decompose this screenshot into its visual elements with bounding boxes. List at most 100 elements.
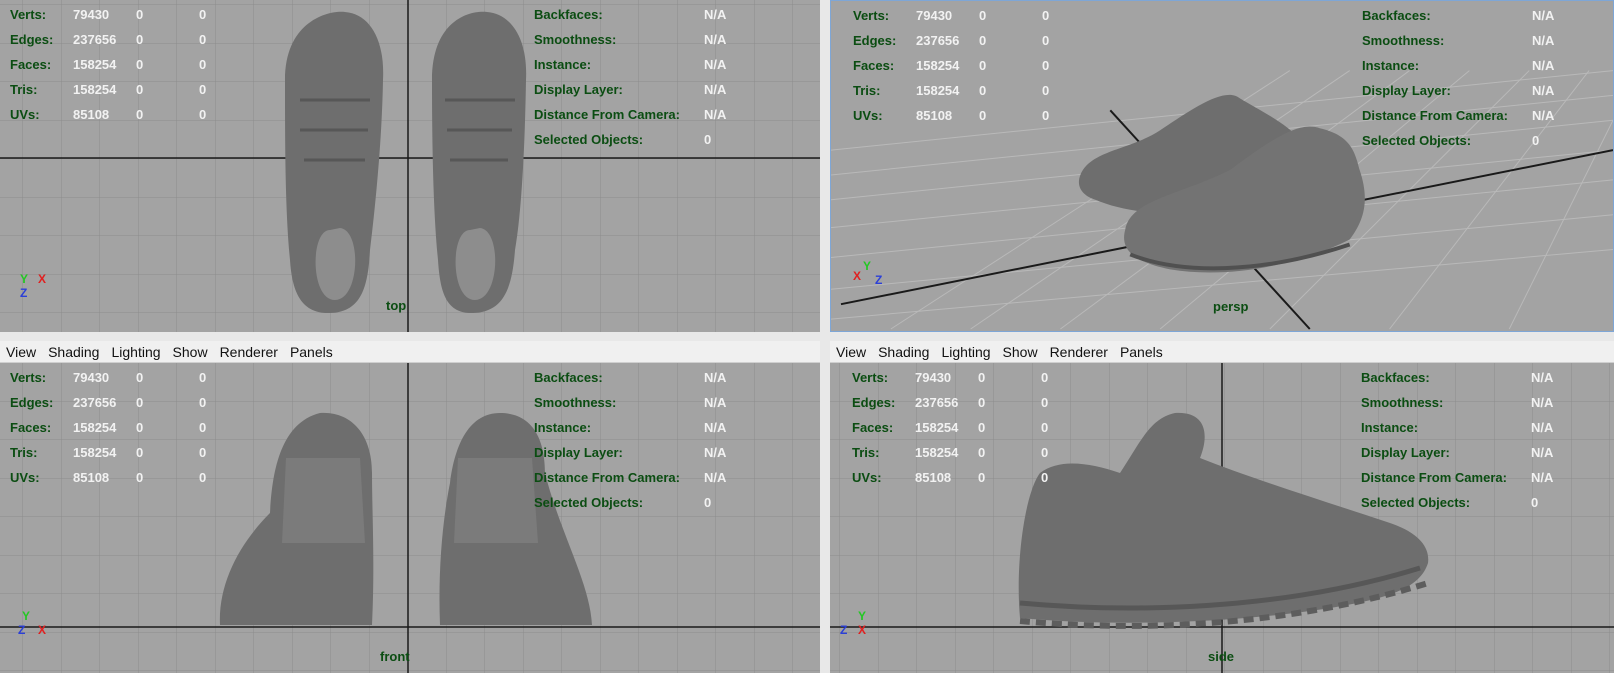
menu-renderer[interactable]: Renderer [214,344,284,360]
hud-value: 0 [1532,133,1540,148]
hud-label: Edges: [852,395,896,410]
hud-label: Selected Objects: [534,495,644,510]
hud-value: 158254 [73,82,117,97]
axis-y-label: Y [20,272,29,286]
axis-z-label: Z [20,286,28,300]
hud-label: UVs: [10,107,40,122]
hud-value: 0 [136,470,144,485]
hud-label: Display Layer: [1362,83,1451,98]
hud-value: 0 [978,420,986,435]
hud-value: 0 [1041,370,1049,385]
hud-value: N/A [1532,33,1555,48]
viewport-canvas[interactable]: Verts: 79430 0 0 Edges: 237656 0 0 Faces: 15825… [831,1,1613,331]
hud-value: 0 [136,395,144,410]
hud-label: Edges: [10,32,54,47]
menu-renderer[interactable]: Renderer [1044,344,1114,360]
hud-value: 85108 [916,108,953,123]
hud-value: N/A [704,445,727,460]
hud-label: Backfaces: [534,7,603,22]
hud-value: 0 [979,8,987,23]
viewport-side[interactable]: View Shading Lighting Show Renderer Pane… [830,341,1614,673]
hud-label: Verts: [852,370,889,385]
hud-value: 0 [199,82,207,97]
hud-value: 0 [979,33,987,48]
menu-view[interactable]: View [0,344,42,360]
hud-value: N/A [704,82,727,97]
menu-shading[interactable]: Shading [872,344,935,360]
axis-x-label: X [858,623,867,637]
hud-value: 0 [136,420,144,435]
hud-value: 158254 [73,57,117,72]
hud-label: Backfaces: [1361,370,1430,385]
axis-z-label: Z [840,623,848,637]
hud-value: 0 [199,7,207,22]
hud-label: Distance From Camera: [1362,108,1508,123]
hud-value: N/A [1532,58,1555,73]
hud-value: N/A [704,470,727,485]
axis-y-label: Y [858,609,867,623]
menu-shading[interactable]: Shading [42,344,105,360]
hud-value: 158254 [915,445,959,460]
hud-label: Distance From Camera: [1361,470,1507,485]
hud-value: N/A [1532,83,1555,98]
hud-value: 85108 [73,107,110,122]
hud-value: 158254 [73,445,117,460]
viewport-front[interactable]: View Shading Lighting Show Renderer Pane… [0,341,820,673]
menu-panels[interactable]: Panels [284,344,339,360]
hud-value: 237656 [916,33,960,48]
hud-value: 0 [704,132,712,147]
camera-label: front [380,649,410,664]
hud-label: Tris: [10,82,38,97]
hud-label: Backfaces: [534,370,603,385]
hud-value: N/A [704,107,727,122]
hud-value: 0 [979,83,987,98]
hud-label: Verts: [10,7,47,22]
viewport-canvas[interactable]: Verts: 79430 0 0 Edges: 237656 0 0 Faces: 15825… [0,363,820,673]
hud-label: Instance: [534,57,592,72]
hud-label: UVs: [852,470,882,485]
menu-lighting[interactable]: Lighting [105,344,166,360]
viewport-persp[interactable]: Verts: 79430 0 0 Edges: 237656 0 0 Faces: 15825… [830,0,1614,332]
shoe-right-top [432,11,527,314]
hud-label: Edges: [853,33,897,48]
hud-value: N/A [1531,445,1554,460]
hud-value: 85108 [73,470,110,485]
hud-label: Display Layer: [534,82,623,97]
menu-view[interactable]: View [830,344,872,360]
hud-label: Smoothness: [534,395,617,410]
menu-show[interactable]: Show [997,344,1044,360]
hud-label: Instance: [1361,420,1419,435]
panel-menubar: View Shading Lighting Show Renderer Pane… [830,341,1614,363]
hud-value: 0 [1041,420,1049,435]
axis-gizmo: Y Z X [840,609,880,649]
hud-value: N/A [1531,420,1554,435]
hud-value: 0 [979,58,987,73]
hud-value: 0 [199,420,207,435]
hud-poly-stats: Verts: 79430 0 0 Edges: 237656 0 0 Faces: 15825… [10,365,239,490]
hud-value: 0 [199,370,207,385]
axis-z-label: Z [875,273,883,287]
hud-label: Edges: [10,395,54,410]
hud-value: 0 [199,32,207,47]
viewport-top[interactable]: Verts: 79430 0 0 Edges: 237656 0 0 Faces: 15825… [0,0,820,332]
hud-value: 0 [199,395,207,410]
hud-poly-stats: Verts: 79430 0 0 Edges: 237656 0 0 Faces: 15825… [852,365,1081,490]
menu-panels[interactable]: Panels [1114,344,1169,360]
menu-lighting[interactable]: Lighting [935,344,996,360]
hud-value: 237656 [915,395,959,410]
viewport-separator-vertical[interactable] [820,0,830,673]
axis-x-label: X [38,272,47,286]
hud-value: 0 [136,7,144,22]
hud-label: UVs: [10,470,40,485]
menu-show[interactable]: Show [167,344,214,360]
hud-label: Faces: [10,420,52,435]
viewport-canvas[interactable]: Verts: 79430 0 0 Edges: 237656 0 0 Faces: 15825… [0,0,820,332]
hud-value: N/A [704,32,727,47]
hud-value: 0 [1042,33,1050,48]
hud-value: 158254 [916,83,960,98]
viewport-canvas[interactable]: Verts: 79430 0 0 Edges: 237656 0 0 Faces: 15825… [830,363,1614,673]
axis-y-label: Y [863,259,872,273]
hud-label: Backfaces: [1362,8,1431,23]
hud-value: N/A [1531,470,1554,485]
hud-label: Smoothness: [1362,33,1445,48]
